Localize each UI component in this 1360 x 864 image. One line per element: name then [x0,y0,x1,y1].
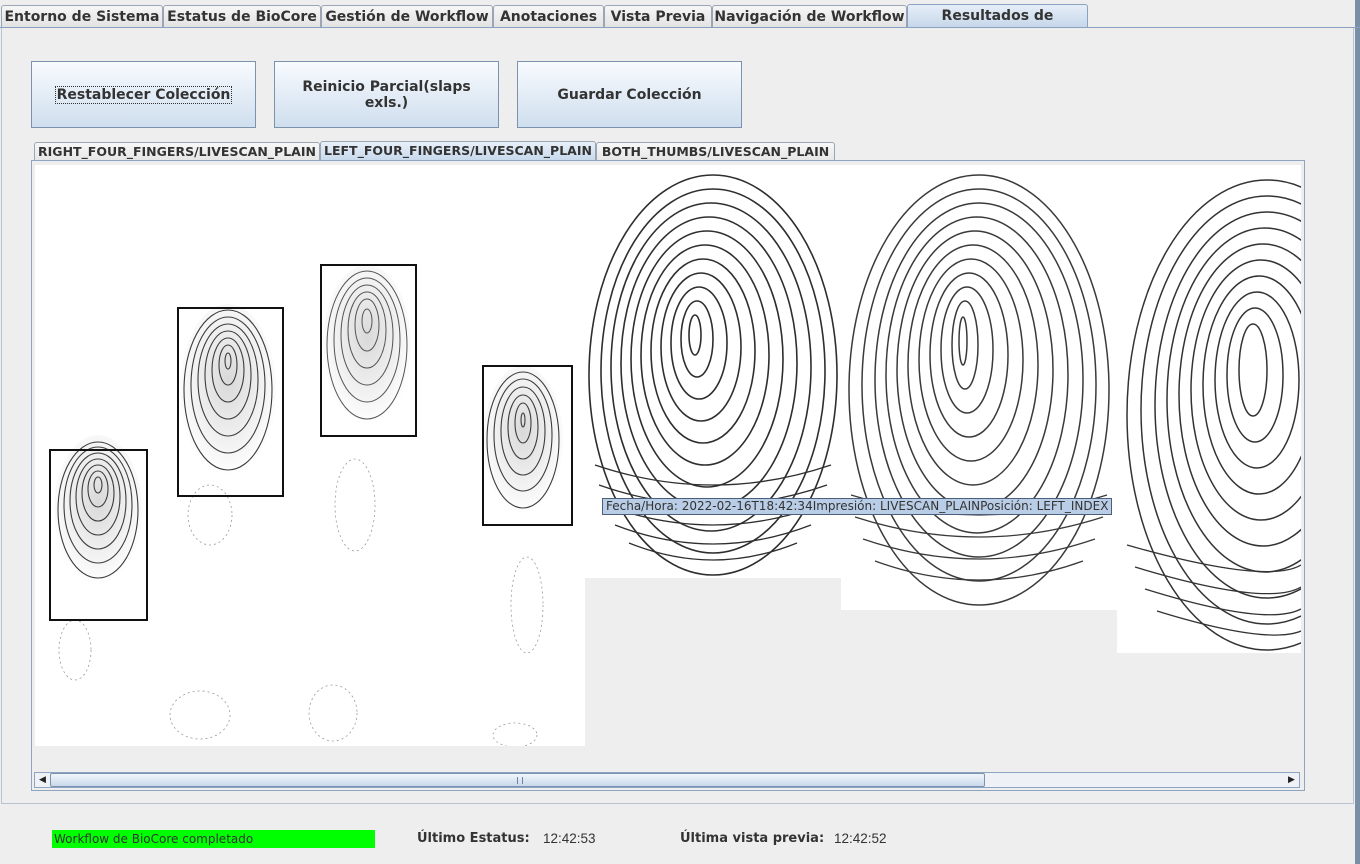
slap-image [35,165,585,748]
tab-entorno-sistema[interactable]: Entorno de Sistema [1,5,163,27]
tab-vista-previa[interactable]: Vista Previa [604,5,712,27]
capture-viewer [31,160,1305,791]
fingerprint-enlarged-1 [588,174,838,576]
tab-right-four-fingers[interactable]: RIGHT_FOUR_FINGERS/LIVESCAN_PLAIN [34,142,320,161]
partial-restart-button[interactable]: Reinicio Parcial(slaps exls.) [274,61,499,128]
save-collection-label: Guardar Colección [557,86,702,103]
print-left-middle[interactable] [841,165,1117,610]
last-status-label: Último Estatus: [417,831,530,846]
last-preview-label: Última vista previa: [680,831,825,846]
fingerprint-enlarged-2 [848,174,1110,606]
finger-box-3[interactable] [320,264,417,437]
tab-navegacion-workflow[interactable]: Navigación de Workflow [712,5,907,27]
fingerprint-enlarged-3 [1126,179,1301,651]
partial-restart-label: Reinicio Parcial(slaps exls.) [302,78,471,111]
print-info-tooltip: Fecha/Hora: 2022-02-16T18:42:34Impresión… [602,498,1113,515]
finger-box-2[interactable] [177,307,284,497]
finger-box-4[interactable] [482,365,573,526]
arrow-left-icon[interactable]: ◀ [35,773,50,787]
tab-resultados-captura[interactable]: Resultados de Captura [907,4,1088,46]
window-edge [1355,0,1360,864]
tab-gestion-workflow[interactable]: Gestión de Workflow [321,5,493,27]
reset-collection-label: Restablecer Colección [54,85,233,104]
reset-collection-button[interactable]: Restablecer Colección [31,61,256,128]
save-collection-button[interactable]: Guardar Colección [517,61,742,128]
tab-anotaciones[interactable]: Anotaciones [493,5,604,27]
grip-icon [517,777,523,784]
scrollbar-thumb[interactable] [50,773,985,787]
finger-box-1[interactable] [49,449,148,621]
arrow-right-icon[interactable]: ▶ [1284,773,1299,787]
main-tab-bar: Entorno de Sistema Estatus de BioCore Ge… [0,4,1360,46]
workflow-progress-bar: Workflow de BioCore completado [52,830,375,848]
last-preview-time: 12:42:52 [834,831,887,846]
tab-estatus-biocore[interactable]: Estatus de BioCore [163,5,321,27]
tab-left-four-fingers[interactable]: LEFT_FOUR_FINGERS/LIVESCAN_PLAIN [320,141,596,161]
last-status-time: 12:42:53 [543,831,596,846]
print-left-ring[interactable] [1117,165,1301,653]
horizontal-scrollbar[interactable]: ◀ ▶ [34,772,1300,788]
tab-both-thumbs[interactable]: BOTH_THUMBS/LIVESCAN_PLAIN [596,142,835,161]
print-left-index[interactable] [585,165,841,578]
capture-scroll-area[interactable] [35,165,1301,772]
